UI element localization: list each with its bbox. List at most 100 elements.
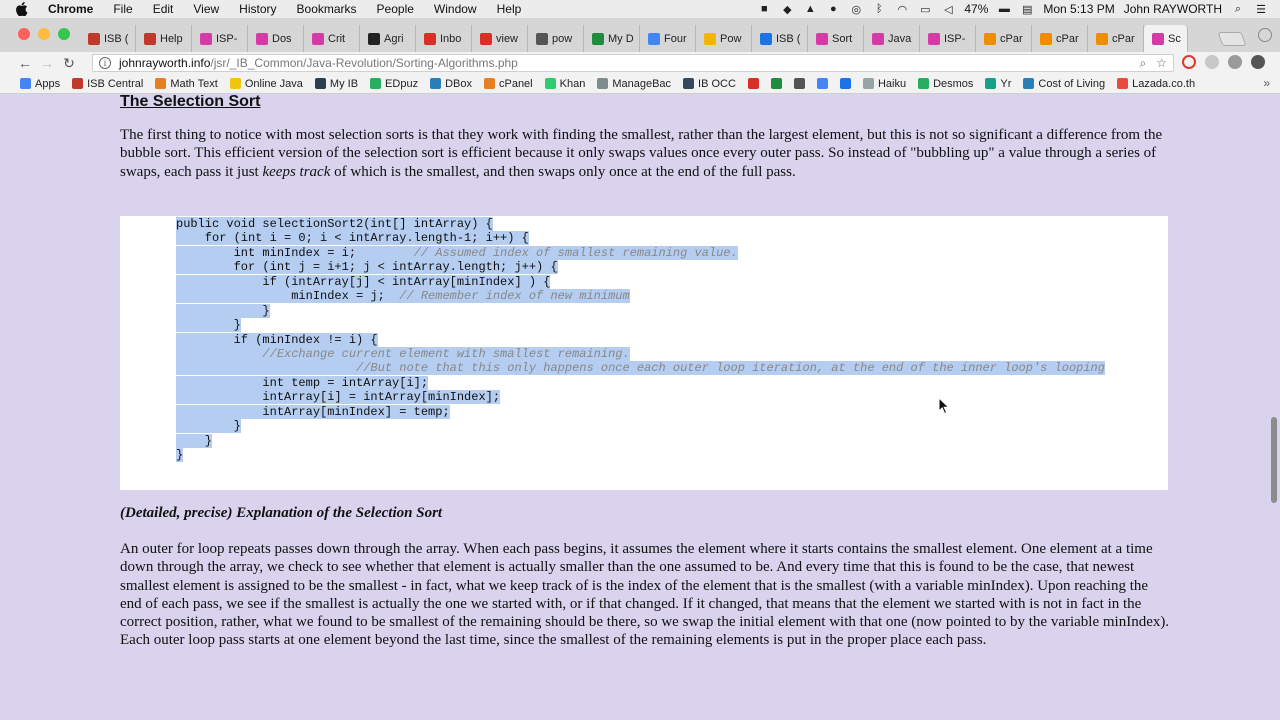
volume-icon[interactable]: ◁	[941, 3, 955, 16]
new-tab-button[interactable]	[1217, 32, 1247, 46]
browser-tab[interactable]: ISP-	[920, 25, 976, 52]
code-block[interactable]: public void selectionSort2(int[] intArra…	[120, 216, 1168, 490]
airplay-icon[interactable]: ▭	[918, 3, 932, 16]
bookmark-item[interactable]: Khan	[544, 78, 585, 90]
active-browser-tab[interactable]: Sc ×	[1144, 25, 1188, 52]
bookmark-item[interactable]: IB OCC	[683, 78, 736, 90]
zoom-icon[interactable]: ⌕	[1140, 56, 1147, 71]
code-listing[interactable]: public void selectionSort2(int[] intArra…	[176, 217, 1105, 462]
tab-favicon-icon	[144, 32, 156, 45]
menu-file[interactable]: File	[113, 2, 132, 16]
dropbox-icon[interactable]: ◆	[780, 3, 794, 16]
tab-label: Help	[160, 32, 183, 45]
bookmark-item[interactable]: Lazada.co.th	[1117, 78, 1195, 90]
drive-icon[interactable]: ▲	[803, 3, 817, 15]
wifi-icon[interactable]: ◠	[895, 3, 909, 16]
forward-arrow-icon[interactable]: →	[36, 54, 58, 72]
bookmark-item[interactable]: Yr	[985, 78, 1011, 90]
browser-tab[interactable]: cPar	[976, 25, 1032, 52]
close-window-icon[interactable]	[18, 28, 30, 40]
spotlight-search-icon[interactable]: ⌕	[1231, 3, 1245, 15]
browser-tab[interactable]: Java	[864, 25, 920, 52]
address-bar[interactable]: i johnrayworth.info/jsr/_IB_Common/Java-…	[92, 54, 1174, 72]
bookmark-item[interactable]	[839, 78, 851, 89]
intro-paragraph: The first thing to notice with most sele…	[120, 126, 1170, 181]
menu-bookmarks[interactable]: Bookmarks	[297, 2, 357, 16]
selected-code: intArray[minIndex] = temp;	[176, 404, 450, 419]
bookmark-item[interactable]: Apps	[20, 78, 60, 90]
browser-tab[interactable]: pow	[528, 25, 584, 52]
app-menu-chrome[interactable]: Chrome	[48, 2, 93, 16]
menu-view[interactable]: View	[193, 2, 219, 16]
extension-icon[interactable]	[1228, 55, 1242, 69]
bookmark-item[interactable]: Haiku	[862, 78, 906, 90]
back-arrow-icon[interactable]: ←	[14, 54, 36, 72]
profile-icon[interactable]	[1258, 28, 1272, 42]
extension-icon[interactable]	[1205, 55, 1219, 69]
bookmark-label: My IB	[329, 77, 359, 90]
bluetooth-icon[interactable]: ᛒ	[872, 3, 886, 15]
bookmark-item[interactable]	[793, 78, 805, 89]
menu-window[interactable]: Window	[434, 2, 477, 16]
browser-tab[interactable]: cPar	[1088, 25, 1144, 52]
browser-tab[interactable]: Dos	[248, 25, 304, 52]
browser-tab[interactable]: Inbo	[416, 25, 472, 52]
bookmark-item[interactable]: My IB	[314, 77, 359, 90]
browser-tab[interactable]: My D	[584, 25, 640, 52]
menu-history[interactable]: History	[239, 2, 276, 16]
browser-tab[interactable]: Crit	[304, 25, 360, 52]
battery-icon[interactable]: ▬	[997, 3, 1011, 15]
notification-center-icon[interactable]: ☰	[1254, 3, 1268, 16]
browser-tab[interactable]: ISP-	[192, 25, 248, 52]
bookmark-item[interactable]: Online Java	[229, 78, 303, 90]
tab-favicon-icon	[760, 32, 772, 45]
browser-tab[interactable]: ISB (	[752, 25, 808, 52]
bookmark-item[interactable]	[770, 78, 782, 89]
close-tab-icon[interactable]: ×	[1187, 32, 1188, 46]
reload-icon[interactable]: ↻	[58, 54, 80, 72]
bookmark-item[interactable]: cPanel	[483, 78, 533, 90]
menu-help[interactable]: Help	[497, 2, 522, 16]
bookmark-item[interactable]: Desmos	[918, 78, 973, 90]
browser-tab[interactable]: Pow	[696, 25, 752, 52]
scroll-thumb[interactable]	[1271, 417, 1277, 503]
bookmark-item[interactable]: EDpuz	[370, 78, 418, 90]
selected-code: intArray[i] = intArray[minIndex];	[176, 390, 501, 405]
browser-tab[interactable]: ISB (	[80, 25, 136, 52]
tab-label: cPar	[1000, 32, 1023, 45]
tab-label: cPar	[1112, 32, 1135, 45]
site-info-icon[interactable]: i	[99, 57, 111, 69]
page-scrollbar[interactable]	[1268, 95, 1280, 720]
bookmark-favicon-icon	[229, 78, 241, 89]
browser-tab[interactable]: cPar	[1032, 25, 1088, 52]
flag-icon[interactable]: ▤	[1020, 3, 1034, 16]
minimize-window-icon[interactable]	[38, 28, 50, 40]
bookmark-item[interactable]: Cost of Living	[1023, 78, 1105, 90]
opera-extension-icon[interactable]	[1182, 55, 1196, 69]
browser-tab[interactable]: Help	[136, 25, 192, 52]
bookmark-item[interactable]: ISB Central	[72, 78, 143, 90]
browser-tab[interactable]: Sort	[808, 25, 864, 52]
bookmark-item[interactable]	[747, 78, 759, 89]
tab-label: Sc	[1168, 32, 1181, 45]
bookmark-item[interactable]: ManageBac	[597, 78, 671, 90]
creative-cloud-icon[interactable]: ●	[826, 3, 840, 15]
menu-people[interactable]: People	[377, 2, 414, 16]
camera-icon[interactable]: ■	[757, 3, 771, 15]
browser-tab[interactable]: Agri	[360, 25, 416, 52]
bookmark-star-icon[interactable]: ☆	[1156, 56, 1167, 71]
bookmark-item[interactable]: Math Text	[155, 78, 218, 90]
user-name[interactable]: John RAYWORTH	[1124, 2, 1222, 16]
bookmark-item[interactable]	[816, 78, 828, 89]
bookmark-item[interactable]: DBox	[430, 78, 472, 90]
browser-tab[interactable]: Four	[640, 25, 696, 52]
zoom-window-icon[interactable]	[58, 28, 70, 40]
menu-edit[interactable]: Edit	[153, 2, 174, 16]
chrome-menu-icon[interactable]	[1251, 55, 1265, 69]
browser-tab[interactable]: view	[472, 25, 528, 52]
clock[interactable]: Mon 5:13 PM	[1043, 2, 1114, 16]
more-bookmarks-icon[interactable]: »	[1263, 76, 1270, 90]
code-line: minIndex = j; // Remember index of new m…	[176, 289, 1105, 304]
apple-icon[interactable]	[14, 1, 30, 17]
time-machine-icon[interactable]: ◎	[849, 3, 863, 16]
